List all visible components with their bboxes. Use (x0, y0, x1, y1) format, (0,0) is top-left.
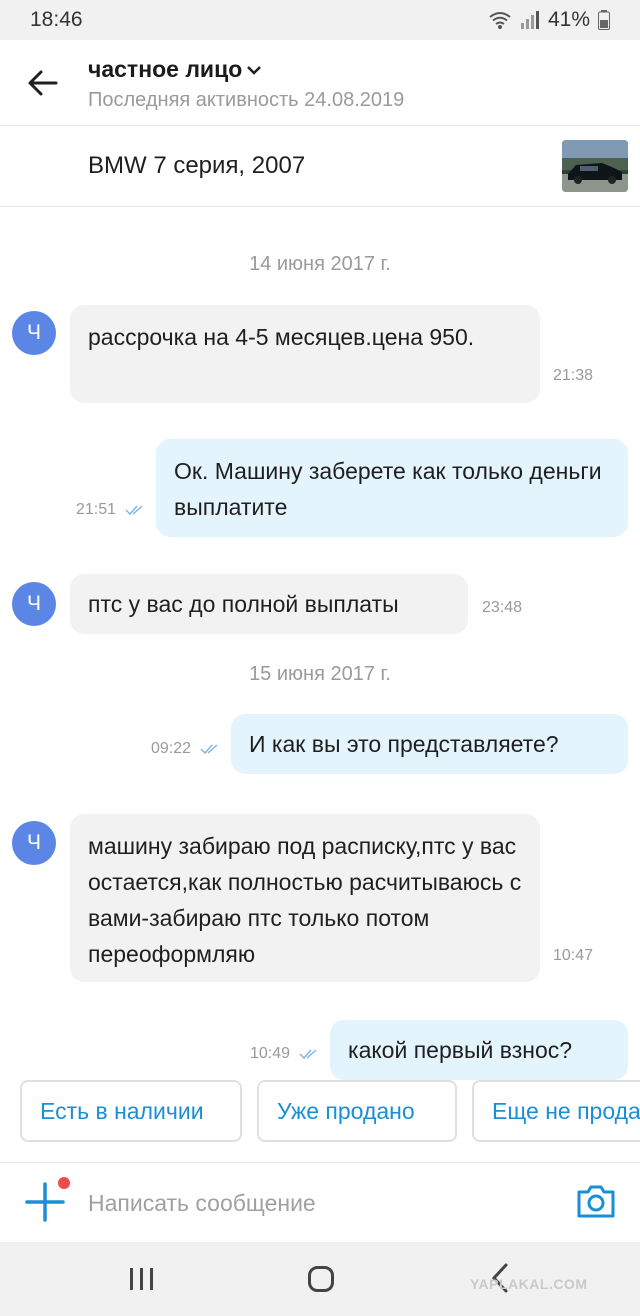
message-text: птс у вас до полной выплаты (88, 591, 399, 617)
car-image (562, 140, 628, 192)
message-input[interactable] (88, 1185, 538, 1221)
listing-thumbnail[interactable] (562, 140, 628, 192)
contact-name-button[interactable]: частное лицо (88, 56, 262, 83)
message-text: какой первый взнос? (348, 1037, 573, 1063)
message-time-status: 10:49 (250, 1045, 321, 1063)
home-icon[interactable] (307, 1265, 335, 1293)
wifi-icon (489, 12, 511, 29)
message-time: 23:48 (482, 599, 523, 616)
message-time: 21:51 (76, 501, 117, 518)
status-time: 18:46 (30, 8, 83, 31)
notification-dot (58, 1177, 70, 1189)
signal-icon (520, 11, 539, 29)
listing-title: BMW 7 серия, 2007 (88, 152, 306, 179)
message-text: Ок. Машину заберете как только деньги вы… (174, 458, 602, 520)
message-incoming[interactable]: рассрочка на 4-5 месяцев.цена 950. (70, 305, 540, 403)
message-time: 09:22 (151, 740, 192, 757)
contact-name: частное лицо (88, 56, 243, 82)
message-time: 21:38 (553, 367, 594, 384)
camera-icon[interactable] (576, 1183, 616, 1219)
message-time: 10:49 (250, 1045, 291, 1062)
status-bar: 18:46 41% (0, 0, 640, 40)
quick-reply-in-stock[interactable]: Есть в наличии (20, 1080, 242, 1142)
back-arrow-icon[interactable] (26, 66, 60, 100)
chat-messages[interactable]: 14 июня 2017 г. Ч рассрочка на 4-5 месяц… (0, 207, 640, 1080)
message-time: 10:47 (553, 947, 594, 964)
listing-bar[interactable]: BMW 7 серия, 2007 (0, 126, 640, 207)
recent-apps-icon[interactable] (128, 1266, 156, 1292)
read-ticks-icon (124, 505, 142, 515)
quick-reply-sold[interactable]: Уже продано (257, 1080, 457, 1142)
last-activity: Последняя активность 24.08.2019 (88, 89, 405, 111)
status-icons: 41% (488, 8, 610, 32)
avatar[interactable]: Ч (12, 311, 56, 355)
avatar[interactable]: Ч (12, 821, 56, 865)
battery-percent: 41% (547, 8, 590, 31)
message-text: машину забираю под расписку,птс у вас ос… (88, 833, 522, 967)
message-incoming[interactable]: птс у вас до полной выплаты (70, 574, 468, 634)
quick-reply-not-sold[interactable]: Еще не продано (472, 1080, 640, 1142)
message-outgoing[interactable]: Ок. Машину заберете как только деньги вы… (156, 439, 628, 537)
read-ticks-icon (199, 744, 217, 754)
message-text: И как вы это представляете? (249, 731, 559, 757)
message-time-status: 21:51 (76, 501, 147, 519)
chevron-down-icon (247, 65, 262, 75)
message-text: рассрочка на 4-5 месяцев.цена 950. (88, 324, 475, 350)
message-time-status: 09:22 (151, 740, 222, 758)
quick-replies: Есть в наличии Уже продано Еще не продан… (0, 1080, 640, 1162)
date-separator: 14 июня 2017 г. (249, 253, 391, 275)
date-separator: 15 июня 2017 г. (249, 663, 391, 685)
watermark: YAPLAKAL.COM (470, 1276, 588, 1292)
message-outgoing[interactable]: какой первый взнос? (330, 1020, 628, 1080)
battery-icon (598, 10, 610, 30)
message-incoming[interactable]: машину забираю под расписку,птс у вас ос… (70, 814, 540, 982)
message-composer (0, 1162, 640, 1242)
avatar[interactable]: Ч (12, 582, 56, 626)
message-outgoing[interactable]: И как вы это представляете? (231, 714, 628, 774)
chat-header: частное лицо Последняя активность 24.08.… (0, 40, 640, 126)
read-ticks-icon (298, 1049, 316, 1059)
